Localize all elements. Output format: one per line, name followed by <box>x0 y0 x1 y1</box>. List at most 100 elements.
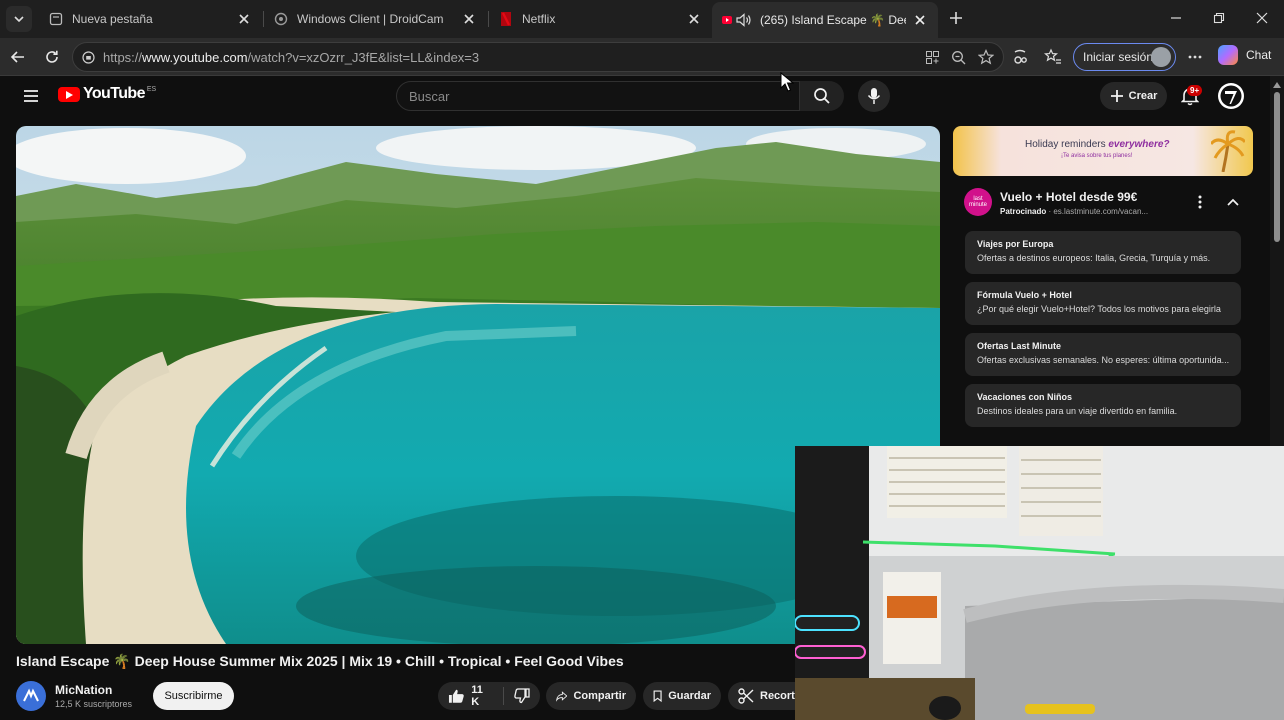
minimize-window-button[interactable] <box>1162 6 1190 30</box>
browser-toolbar: https://www.youtube.com/watch?v=xzOzrr_J… <box>0 38 1284 76</box>
restore-window-button[interactable] <box>1205 6 1233 30</box>
profile-avatar-icon <box>1151 47 1171 67</box>
share-arrow-icon <box>556 691 568 702</box>
droidcam-favicon-icon <box>273 11 289 27</box>
extensions-music-icon <box>1014 49 1027 64</box>
plus-icon <box>1110 90 1123 102</box>
tab-youtube-island-escape[interactable]: (265) Island Escape 🌴 Deep House Summer … <box>712 2 938 38</box>
create-button[interactable]: Crear <box>1100 82 1167 110</box>
ad-more-options-button[interactable] <box>1193 194 1207 210</box>
ad-banner-image[interactable]: Holiday reminders everywhere? ¡Te avisa … <box>953 126 1253 176</box>
favorite-star-icon[interactable] <box>978 49 994 65</box>
tab-label: Windows Client | DroidCam <box>297 12 444 26</box>
voice-search-button[interactable] <box>858 80 890 112</box>
youtube-play-icon <box>58 86 80 102</box>
save-label: Guardar <box>668 690 711 702</box>
ad-sitelink[interactable]: Viajes por Europa Ofertas a destinos eur… <box>965 231 1241 274</box>
guide-menu-button[interactable] <box>22 87 40 105</box>
new-tab-page-icon <box>48 11 64 27</box>
new-tab-button[interactable] <box>945 7 967 29</box>
account-logo-icon <box>1220 85 1242 107</box>
ad-banner-subtext: ¡Te avisa sobre tus planes! <box>1061 153 1133 159</box>
search-input[interactable] <box>397 82 799 110</box>
tab-actions-menu-button[interactable] <box>6 6 32 32</box>
youtube-masthead: YouTube ES Crear 9+ <box>0 76 1270 118</box>
tab-droidcam[interactable]: Windows Client | DroidCam <box>263 4 487 34</box>
sign-in-button[interactable]: Iniciar sesión <box>1073 43 1176 71</box>
tab-nueva-pestana[interactable]: Nueva pestaña <box>38 4 262 34</box>
channel-subscriber-count: 12,5 K suscriptores <box>55 699 133 709</box>
netflix-favicon-icon <box>498 11 514 27</box>
sponsored-ad-card: last minute Vuelo + Hotel desde 99€ Patr… <box>953 180 1253 446</box>
ad-sitelink-description: Ofertas a destinos europeos: Italia, Gre… <box>977 253 1211 263</box>
site-info-icon[interactable] <box>82 51 95 64</box>
ad-sponsored-line: Patrocinado · es.lastminute.com/vacan... <box>1000 207 1148 216</box>
search-button[interactable] <box>800 81 844 111</box>
notification-count-badge: 9+ <box>1187 85 1203 96</box>
scrollbar-thumb[interactable] <box>1274 92 1280 242</box>
close-tab-icon[interactable] <box>236 11 252 27</box>
close-tab-icon[interactable] <box>912 12 928 28</box>
address-bar[interactable]: https://www.youtube.com/watch?v=xzOzrr_J… <box>72 42 1004 72</box>
channel-avatar[interactable] <box>16 681 46 711</box>
search-field[interactable] <box>396 81 800 111</box>
close-tab-icon[interactable] <box>686 11 702 27</box>
scroll-up-arrow-icon[interactable] <box>1273 82 1281 88</box>
chevron-up-icon <box>1227 198 1239 206</box>
subscribe-button[interactable]: Suscribirme <box>153 682 234 710</box>
dislike-button[interactable] <box>514 688 530 704</box>
screen: Nueva pestaña Windows Client | DroidCam … <box>0 0 1284 720</box>
extension-button[interactable] <box>1008 45 1032 69</box>
app-available-icon[interactable] <box>925 50 940 65</box>
channel-name[interactable]: MicNation <box>55 683 112 697</box>
ad-banner-headline: Holiday reminders everywhere? <box>1025 139 1170 150</box>
settings-more-button[interactable] <box>1183 45 1207 69</box>
youtube-logo[interactable]: YouTube ES <box>58 85 156 103</box>
scissors-icon <box>738 688 754 704</box>
channel-logo-icon <box>23 688 39 702</box>
close-tab-icon[interactable] <box>461 11 477 27</box>
copilot-chat-button[interactable]: Chat <box>1218 45 1271 65</box>
ad-title[interactable]: Vuelo + Hotel desde 99€ <box>1000 190 1137 204</box>
ad-banner-headline-highlight: everywhere? <box>1108 139 1170 150</box>
ad-sitelink[interactable]: Fórmula Vuelo + Hotel ¿Por qué elegir Vu… <box>965 282 1241 325</box>
country-code: ES <box>146 85 157 93</box>
reload-icon <box>46 50 58 63</box>
ad-collapse-button[interactable] <box>1225 194 1241 210</box>
account-avatar[interactable] <box>1218 83 1244 109</box>
ad-banner-headline-prefix: Holiday reminders <box>1025 139 1106 150</box>
chat-label: Chat <box>1246 48 1272 62</box>
share-button[interactable]: Compartir <box>546 682 636 710</box>
palm-tree-illustration-icon <box>1211 130 1245 172</box>
ad-sitelink-heading: Vacaciones con Niños <box>977 392 1073 402</box>
bookmark-save-icon <box>653 690 662 703</box>
url-text: https://www.youtube.com/watch?v=xzOzrr_J… <box>103 50 479 65</box>
sign-in-label: Iniciar sesión <box>1083 50 1154 64</box>
share-label: Compartir <box>573 690 626 702</box>
tab-label: (265) Island Escape 🌴 Deep House Summer … <box>760 13 906 27</box>
close-window-button[interactable] <box>1248 6 1276 30</box>
save-button[interactable]: Guardar <box>643 682 721 710</box>
ad-domain: · es.lastminute.com/vacan... <box>1048 207 1149 216</box>
ad-sitelink-description: ¿Por qué elegir Vuelo+Hotel? Todos los m… <box>977 304 1221 314</box>
ad-sitelink[interactable]: Vacaciones con Niños Destinos ideales pa… <box>965 384 1241 427</box>
ad-sitelink[interactable]: Ofertas Last Minute Ofertas exclusivas s… <box>965 333 1241 376</box>
webcam-room-image <box>795 446 1284 720</box>
hamburger-menu-icon <box>24 90 38 102</box>
favorites-list-icon <box>1044 48 1061 64</box>
youtube-favicon-icon <box>722 12 732 28</box>
advertiser-logo[interactable]: last minute <box>964 188 992 216</box>
plus-icon <box>950 12 962 24</box>
like-button[interactable]: 11 K <box>448 684 493 708</box>
copilot-icon <box>1218 45 1238 65</box>
ad-sitelink-description: Destinos ideales para un viaje divertido… <box>977 406 1178 416</box>
back-button[interactable] <box>6 45 30 69</box>
reload-button[interactable] <box>40 45 64 69</box>
tab-netflix[interactable]: Netflix <box>488 4 712 34</box>
webcam-overlay-feed <box>795 446 1284 720</box>
ad-sitelink-heading: Ofertas Last Minute <box>977 341 1062 351</box>
thumbs-up-icon <box>448 689 464 703</box>
speaker-playing-icon[interactable] <box>736 12 752 28</box>
zoom-icon[interactable] <box>951 50 966 65</box>
favorites-button[interactable] <box>1041 45 1065 69</box>
